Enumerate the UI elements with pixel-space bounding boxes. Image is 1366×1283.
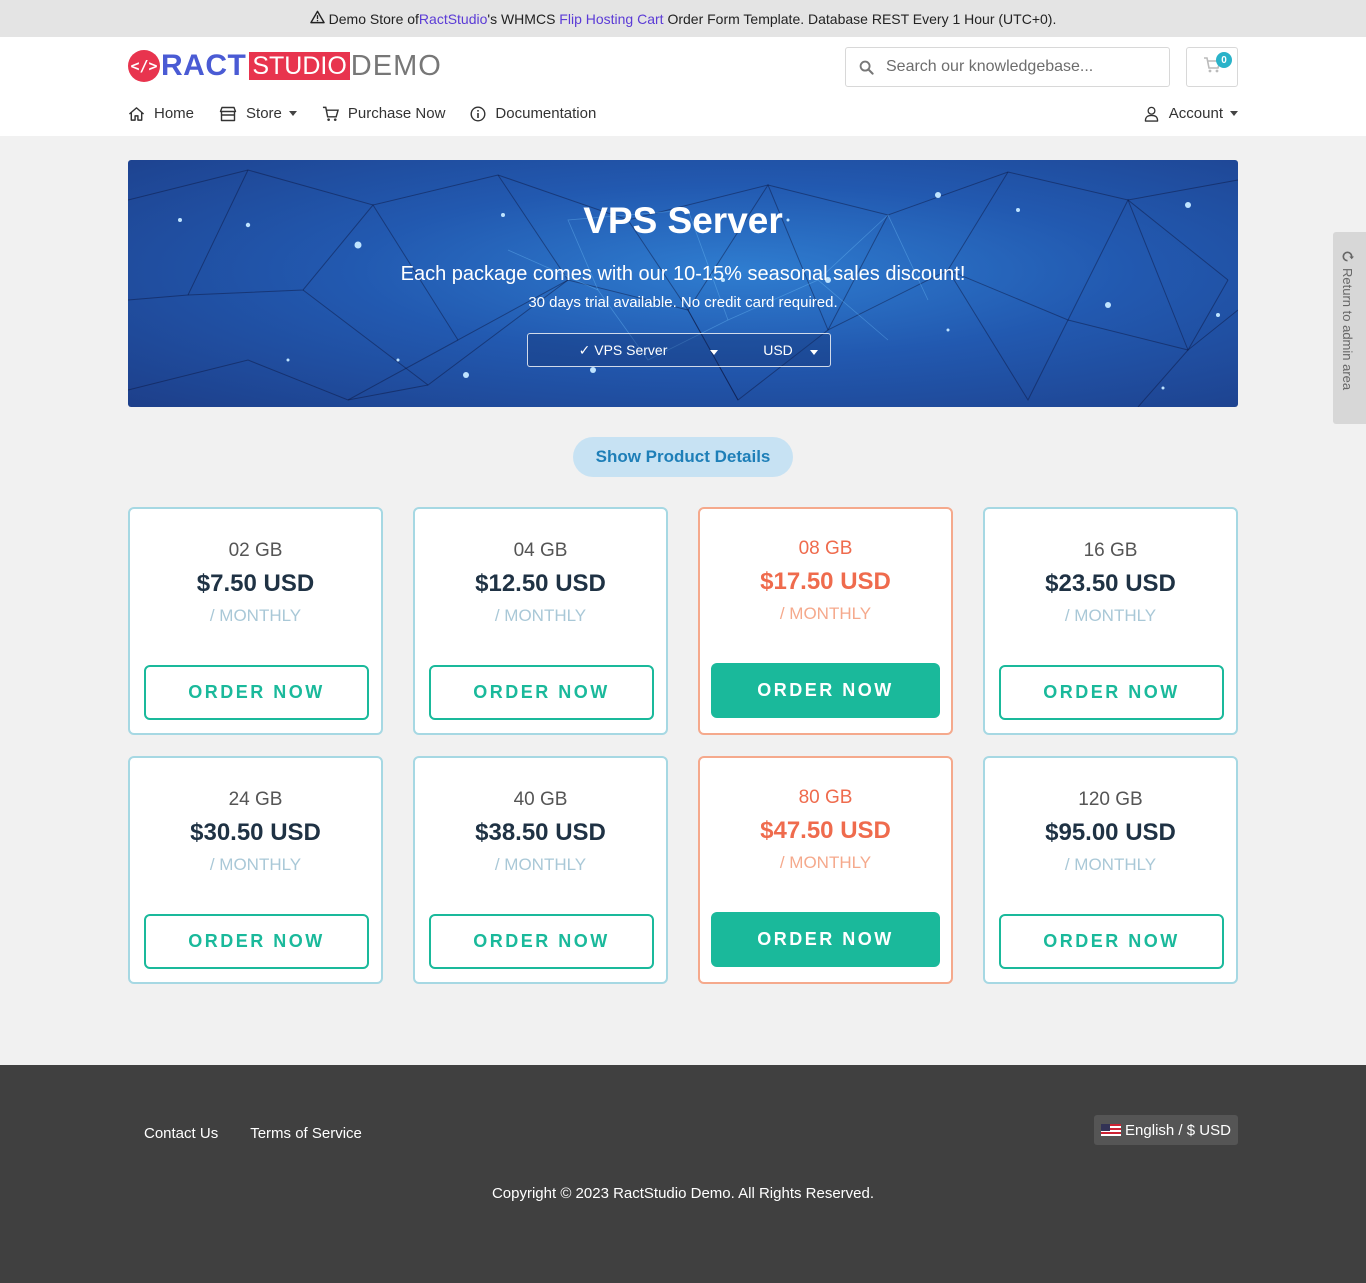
plan-card: 02 GB $7.50 USD / MONTHLY ORDER NOW (128, 507, 383, 735)
main-nav: Home Store Purchase Now Documentation (128, 105, 621, 122)
hero-banner: VPS Server Each package comes with our 1… (128, 160, 1238, 407)
cart-count-badge: 0 (1216, 52, 1232, 68)
language-currency-button[interactable]: English / $ USD (1094, 1115, 1238, 1145)
category-selected: ✓ VPS Server (578, 341, 668, 358)
plan-billing-cycle: / MONTHLY (779, 853, 872, 872)
order-now-button[interactable]: ORDER NOW (429, 665, 654, 720)
product-selector: ✓ VPS Server USD (527, 333, 831, 367)
plan-size: 120 GB (1078, 789, 1143, 810)
order-now-button[interactable]: ORDER NOW (999, 665, 1224, 720)
nav-store-label: Store (246, 105, 282, 122)
category-dropdown[interactable]: ✓ VPS Server (528, 342, 728, 359)
cart-icon (322, 106, 339, 121)
language-currency-label: English / $ USD (1125, 1121, 1231, 1139)
nav-home-label: Home (154, 105, 195, 122)
order-now-button[interactable]: ORDER NOW (144, 914, 369, 969)
home-icon (128, 106, 145, 121)
logo-ract-text: RACT (161, 49, 247, 82)
plan-card-featured: 08 GB $17.50 USD / MONTHLY ORDER NOW (698, 507, 953, 735)
footer-link-contact-us[interactable]: Contact Us (144, 1125, 218, 1142)
plan-billing-cycle: / MONTHLY (1064, 855, 1157, 874)
plan-size: 08 GB (798, 538, 853, 559)
plan-price: $7.50 USD (196, 570, 315, 597)
plan-price: $47.50 USD (760, 817, 891, 844)
user-icon (1144, 106, 1159, 122)
nav-home[interactable]: Home (128, 105, 194, 122)
flip-hosting-cart-link[interactable]: Flip Hosting Cart (559, 11, 663, 27)
ractstudio-link[interactable]: RactStudio (419, 11, 487, 27)
plan-price: $12.50 USD (475, 570, 606, 597)
chevron-down-icon (710, 349, 718, 355)
plan-price: $38.50 USD (475, 819, 606, 846)
plan-billing-cycle: / MONTHLY (494, 606, 587, 625)
footer-links: Contact Us Terms of Service (144, 1125, 394, 1142)
plan-billing-cycle: / MONTHLY (209, 606, 302, 625)
site-footer: Contact Us Terms of Service English / $ … (0, 1065, 1366, 1283)
page-title: VPS Server (583, 200, 783, 241)
announcement-text-prefix: Demo Store of (328, 10, 419, 27)
logo-studio-text: STUDIO (249, 52, 350, 80)
plan-card: 04 GB $12.50 USD / MONTHLY ORDER NOW (413, 507, 668, 735)
plan-size: 02 GB (228, 540, 283, 561)
nav-documentation[interactable]: Documentation (470, 105, 596, 122)
order-now-button[interactable]: ORDER NOW (999, 914, 1224, 969)
site-header: </> RACT STUDIO DEMO 0 Home Store Purcha… (0, 37, 1366, 136)
nav-documentation-label: Documentation (495, 105, 597, 122)
store-icon (219, 106, 237, 121)
undo-icon (1340, 250, 1355, 263)
hero-subtitle: Each package comes with our 10-15% seaso… (400, 263, 966, 285)
plan-card: 120 GB $95.00 USD / MONTHLY ORDER NOW (983, 756, 1238, 984)
plan-price: $95.00 USD (1045, 819, 1176, 846)
announcement-bar: Demo Store of RactStudio 's WHMCS Flip H… (0, 0, 1366, 37)
nav-purchase-now[interactable]: Purchase Now (322, 105, 446, 122)
currency-dropdown[interactable]: USD (728, 342, 828, 358)
site-logo[interactable]: </> RACT STUDIO DEMO (128, 49, 442, 83)
plan-price: $17.50 USD (760, 568, 891, 595)
chevron-down-icon (1230, 111, 1238, 116)
chevron-down-icon (810, 350, 818, 355)
nav-store[interactable]: Store (219, 105, 297, 122)
warning-icon (309, 10, 325, 27)
chevron-down-icon (288, 111, 297, 116)
plan-card: 40 GB $38.50 USD / MONTHLY ORDER NOW (413, 756, 668, 984)
footer-link-terms-of-service[interactable]: Terms of Service (250, 1125, 362, 1142)
search-icon[interactable] (846, 60, 886, 75)
plan-price: $30.50 USD (190, 819, 321, 846)
order-now-button[interactable]: ORDER NOW (429, 914, 654, 969)
plan-billing-cycle: / MONTHLY (779, 604, 872, 623)
order-now-button[interactable]: ORDER NOW (711, 912, 940, 967)
plan-size: 40 GB (513, 789, 568, 810)
cart-button[interactable]: 0 (1186, 47, 1238, 87)
show-product-details-button[interactable]: Show Product Details (573, 437, 793, 477)
plan-size: 80 GB (798, 787, 853, 808)
order-now-button[interactable]: ORDER NOW (144, 665, 369, 720)
plan-card: 24 GB $30.50 USD / MONTHLY ORDER NOW (128, 756, 383, 984)
account-menu[interactable]: Account (1144, 105, 1238, 122)
search-input[interactable] (886, 58, 1146, 76)
plan-size: 16 GB (1083, 540, 1138, 561)
plan-card: 16 GB $23.50 USD / MONTHLY ORDER NOW (983, 507, 1238, 735)
nav-purchase-now-label: Purchase Now (347, 105, 446, 122)
logo-demo-text: DEMO (350, 49, 442, 82)
plan-price: $23.50 USD (1045, 570, 1176, 597)
announcement-text-middle: 's WHMCS (487, 10, 560, 27)
order-now-button[interactable]: ORDER NOW (711, 663, 940, 718)
us-flag-icon (1101, 1124, 1122, 1136)
hero-trial-note: 30 days trial available. No credit card … (528, 294, 838, 311)
plan-card-featured: 80 GB $47.50 USD / MONTHLY ORDER NOW (698, 756, 953, 984)
currency-selected: USD (763, 342, 793, 358)
logo-code-icon: </> (128, 50, 160, 82)
knowledgebase-search (845, 47, 1170, 87)
announcement-text-suffix: Order Form Template. Database REST Every… (663, 10, 1057, 27)
copyright-text: Copyright © 2023 RactStudio Demo. All Ri… (491, 1185, 875, 1202)
account-label: Account (1168, 105, 1223, 122)
plan-billing-cycle: / MONTHLY (494, 855, 587, 874)
return-to-admin-label: Return to admin area (1340, 268, 1355, 391)
plan-billing-cycle: / MONTHLY (209, 855, 302, 874)
plan-size: 24 GB (228, 789, 283, 810)
return-to-admin-tab[interactable]: Return to admin area (1333, 232, 1366, 424)
info-icon (470, 105, 486, 122)
plan-size: 04 GB (513, 540, 568, 561)
plan-billing-cycle: / MONTHLY (1064, 606, 1157, 625)
